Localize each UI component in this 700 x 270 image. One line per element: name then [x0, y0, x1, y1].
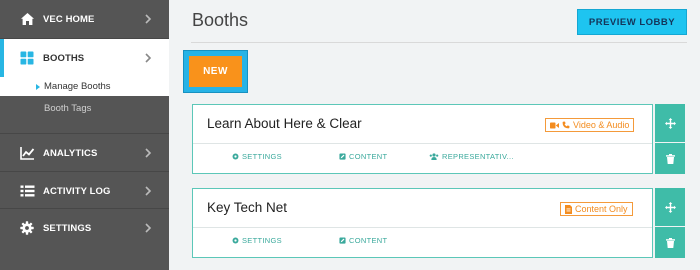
delete-button[interactable] — [655, 227, 685, 258]
users-icon — [429, 153, 439, 160]
phone-icon — [562, 121, 570, 129]
content-link[interactable]: CONTENT — [339, 236, 387, 245]
title-divider — [191, 42, 687, 43]
subnav-manage-booths-label: Manage Booths — [44, 81, 111, 92]
booth-type-badge: Content Only — [560, 202, 633, 216]
chevron-right-icon — [145, 223, 152, 233]
representatives-link[interactable]: REPRESENTATIV... — [429, 152, 514, 161]
settings-link-label: SETTINGS — [242, 152, 282, 161]
subnav-booth-tags[interactable]: Booth Tags — [0, 99, 169, 118]
representatives-link-label: REPRESENTATIV... — [442, 152, 514, 161]
subnav-booth-tags-label: Booth Tags — [44, 103, 92, 114]
edit-icon — [339, 153, 346, 160]
booth-type-badge: Video & Audio — [545, 118, 635, 132]
content-link-label: CONTENT — [349, 236, 388, 245]
new-button-highlight: NEW — [183, 50, 248, 93]
grid-icon — [19, 50, 35, 66]
card-divider — [193, 143, 652, 144]
booth-name: Learn About Here & Clear — [207, 116, 362, 131]
booth-type-label: Video & Audio — [573, 120, 630, 130]
booths-subnav: Manage Booths — [0, 77, 169, 96]
subnav-manage-booths[interactable]: Manage Booths — [0, 77, 169, 96]
card-divider — [193, 227, 652, 228]
sidebar: VEC HOME BOOTHS Manage Booths Booth Tags — [0, 0, 169, 270]
delete-button[interactable] — [655, 143, 685, 174]
main-content: Booths PREVIEW LOBBY NEW Learn About Her… — [169, 0, 700, 270]
chevron-right-icon — [145, 53, 152, 63]
content-link-label: CONTENT — [349, 152, 388, 161]
line-chart-icon — [19, 145, 35, 161]
nav-activity-log-label: ACTIVITY LOG — [43, 185, 111, 197]
chevron-right-icon — [145, 14, 152, 24]
caret-right-icon — [36, 83, 40, 90]
booth-card: Key Tech Net Content Only SETTINGS CONTE… — [192, 188, 653, 258]
chevron-right-icon — [145, 186, 152, 196]
trash-icon — [665, 153, 675, 164]
home-icon — [19, 11, 35, 27]
booth-type-label: Content Only — [575, 204, 628, 214]
page-title: Booths — [192, 10, 249, 30]
settings-link[interactable]: SETTINGS — [232, 152, 282, 161]
nav-booths[interactable]: BOOTHS — [0, 39, 169, 77]
gear-icon — [19, 220, 35, 236]
list-icon — [19, 183, 35, 199]
video-camera-icon — [550, 122, 559, 128]
move-handle[interactable] — [655, 104, 685, 142]
booth-name: Key Tech Net — [207, 200, 288, 215]
nav-analytics-label: ANALYTICS — [43, 147, 98, 159]
trash-icon — [665, 237, 675, 248]
content-link[interactable]: CONTENT — [339, 152, 387, 161]
edit-icon — [339, 237, 346, 244]
move-handle[interactable] — [655, 188, 685, 226]
document-icon — [565, 204, 572, 214]
gear-icon — [232, 153, 239, 160]
nav-settings[interactable]: SETTINGS — [0, 209, 169, 247]
nav-settings-label: SETTINGS — [43, 222, 92, 234]
nav-activity-log[interactable]: ACTIVITY LOG — [0, 172, 169, 210]
preview-lobby-button[interactable]: PREVIEW LOBBY — [577, 9, 687, 35]
nav-booths-label: BOOTHS — [43, 52, 85, 64]
new-booth-button[interactable]: NEW — [189, 56, 242, 87]
move-icon — [664, 201, 676, 213]
booth-card: Learn About Here & Clear Video & Audio S… — [192, 104, 653, 174]
settings-link[interactable]: SETTINGS — [232, 236, 282, 245]
move-icon — [664, 117, 676, 129]
nav-vec-home[interactable]: VEC HOME — [0, 0, 169, 38]
gear-icon — [232, 237, 239, 244]
settings-link-label: SETTINGS — [242, 236, 282, 245]
chevron-right-icon — [145, 148, 152, 158]
nav-vec-home-label: VEC HOME — [43, 13, 95, 25]
nav-analytics[interactable]: ANALYTICS — [0, 134, 169, 172]
